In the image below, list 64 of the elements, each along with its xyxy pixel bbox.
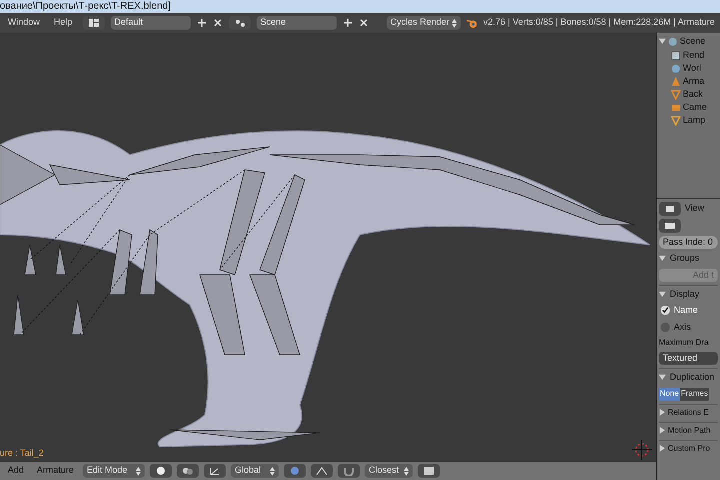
- viewport-shading-icon[interactable]: [150, 464, 172, 478]
- checkbox[interactable]: [661, 306, 670, 316]
- close-icon[interactable]: [358, 18, 369, 28]
- duplication-option[interactable]: Frames: [680, 388, 710, 400]
- transform-manipulator-icon[interactable]: [204, 464, 226, 478]
- menu-item[interactable]: Add: [4, 464, 28, 478]
- expand-triangle-icon[interactable]: [659, 427, 666, 434]
- checkbox-label: Axis: [674, 320, 692, 334]
- pass-index-field[interactable]: Pass Inde: 0: [659, 236, 718, 249]
- up-down-arrows-icon: [270, 466, 276, 476]
- proportional-editing-icon[interactable]: [284, 464, 306, 478]
- close-icon[interactable]: [212, 18, 223, 28]
- maximum-draw-type-label: Maximum Dra: [659, 337, 710, 349]
- checkbox[interactable]: [661, 322, 670, 332]
- scene-field[interactable]: Scene: [256, 16, 337, 30]
- up-down-arrows-icon: [136, 466, 142, 476]
- outliner-item[interactable]: Back: [683, 88, 704, 102]
- scene-icon[interactable]: [228, 16, 251, 30]
- panel-header[interactable]: Groups: [670, 252, 700, 266]
- falloff-curve-icon[interactable]: [311, 464, 334, 478]
- up-down-arrows-icon: [452, 18, 457, 28]
- panel-header[interactable]: Duplication: [670, 371, 715, 384]
- panel-header[interactable]: Custom Pro: [668, 442, 710, 454]
- outliner-item[interactable]: Came: [683, 100, 708, 114]
- outliner-item[interactable]: Worl: [683, 62, 702, 76]
- expand-triangle-icon[interactable]: [659, 409, 666, 416]
- 3d-cursor-icon: [632, 440, 652, 460]
- menu-item[interactable]: Help: [50, 16, 77, 30]
- mode-dropdown[interactable]: Edit Mode: [83, 464, 146, 478]
- collapse-triangle-icon[interactable]: [659, 255, 666, 262]
- snap-target-dropdown[interactable]: Closest: [365, 464, 414, 478]
- collapse-triangle-icon[interactable]: [659, 290, 666, 298]
- render-engine-dropdown[interactable]: Cycles Render: [386, 16, 461, 30]
- armature-icon: [671, 76, 681, 86]
- menu-item[interactable]: Armature: [33, 464, 78, 478]
- up-down-arrows-icon: [404, 466, 410, 476]
- blender-logo-icon: [466, 18, 478, 28]
- outliner-item[interactable]: Rend: [683, 48, 705, 62]
- world-icon: [671, 64, 681, 74]
- menu-item[interactable]: Window: [4, 16, 44, 30]
- selected-object-label: ure : Tail_2: [0, 446, 44, 460]
- duplication-option[interactable]: None: [659, 388, 680, 400]
- expand-triangle-icon[interactable]: [659, 445, 666, 452]
- checkbox-label: Name: [674, 304, 698, 317]
- draw-type-dropdown[interactable]: Textured: [659, 352, 718, 365]
- add-icon[interactable]: [196, 18, 207, 28]
- panel-header[interactable]: Motion Path: [668, 424, 711, 436]
- scene-statistics: v2.76 | Verts:0/85 | Bones:0/58 | Mem:228.26M | Armature: [484, 16, 716, 30]
- add-icon[interactable]: [342, 18, 353, 28]
- panel-header[interactable]: Display: [670, 288, 700, 301]
- view-menu[interactable]: View: [685, 202, 704, 216]
- layout-field[interactable]: Default: [110, 16, 191, 30]
- collapse-triangle-icon[interactable]: [659, 374, 666, 382]
- transform-orientation-dropdown[interactable]: Global: [231, 464, 280, 478]
- outliner-item[interactable]: Scene: [680, 35, 706, 48]
- snap-magnet-icon[interactable]: [338, 464, 360, 478]
- outliner-item[interactable]: Lamp: [683, 114, 706, 128]
- window-title-bar: ование\Проекты\Т-рекс\T-REX.blend]: [0, 0, 720, 13]
- outliner-item[interactable]: Arma: [683, 74, 705, 88]
- layout-icon[interactable]: [82, 16, 105, 30]
- scene-icon: [668, 36, 678, 47]
- panel-header[interactable]: Relations E: [668, 406, 709, 418]
- collapse-triangle-icon[interactable]: [659, 38, 666, 46]
- pivot-point-icon[interactable]: [177, 464, 200, 478]
